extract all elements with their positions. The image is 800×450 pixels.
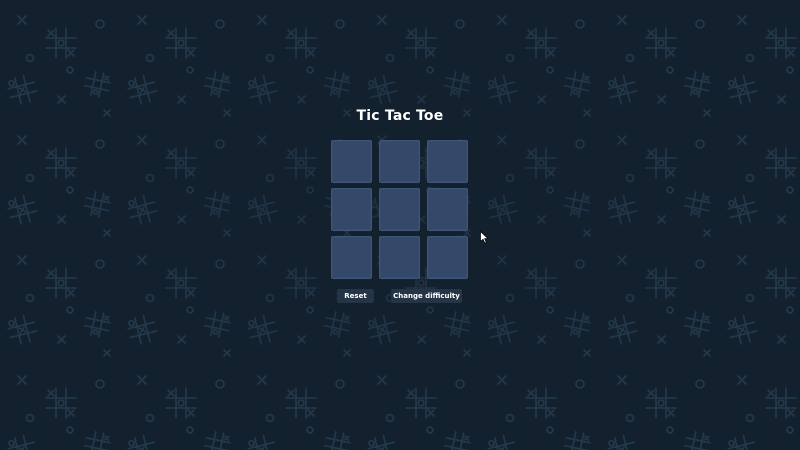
board-cell-9[interactable] [427, 236, 468, 279]
mouse-pointer-icon [480, 231, 489, 244]
board-cell-3[interactable] [427, 140, 468, 183]
game-board [331, 140, 469, 280]
board-cell-8[interactable] [379, 236, 420, 279]
board-cell-4[interactable] [331, 188, 372, 231]
board-cell-7[interactable] [331, 236, 372, 279]
board-cell-2[interactable] [379, 140, 420, 183]
page-title: Tic Tac Toe [356, 108, 444, 124]
reset-button[interactable]: Reset [337, 289, 374, 303]
board-cell-5[interactable] [379, 188, 420, 231]
board-cell-1[interactable] [331, 140, 372, 183]
change-difficulty-button[interactable]: Change difficulty [391, 289, 462, 303]
board-cell-6[interactable] [427, 188, 468, 231]
